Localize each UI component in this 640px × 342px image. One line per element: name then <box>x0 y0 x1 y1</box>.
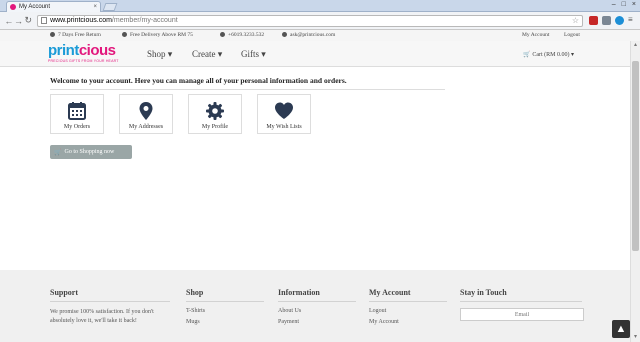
phone-text: +6019.3233.532 <box>228 32 265 38</box>
site-navigation: printcious PRECIOUS GIFTS FROM YOUR HEAR… <box>0 41 640 67</box>
footer-link-my-account[interactable]: My Account <box>369 319 447 325</box>
footer-shop-title: Shop <box>186 288 264 302</box>
cart-icon: 🛒 <box>523 52 531 58</box>
account-cards: My Orders My Addresses My Profile My Wis… <box>50 94 311 134</box>
footer-link-tshirts[interactable]: T-Shirts <box>186 308 264 314</box>
footer-link-about-us[interactable]: About Us <box>278 308 356 314</box>
browser-tab-bar: My Account × – □ × <box>0 0 640 12</box>
cart-link[interactable]: 🛒 Cart (RM 0.00) ▾ <box>523 51 574 58</box>
tab-close-icon[interactable]: × <box>93 4 97 10</box>
scroll-down-arrow-icon[interactable]: ▾ <box>632 334 639 341</box>
nav-create[interactable]: Create ▾ <box>192 49 222 60</box>
my-addresses-label: My Addresses <box>128 124 164 130</box>
url-path: /member/my-account <box>111 17 178 24</box>
footer-my-account: My Account Logout My Account <box>369 288 447 330</box>
free-return-info: 7 Days Free Return <box>50 32 101 38</box>
footer-stay-title: Stay in Touch <box>460 288 582 302</box>
site-footer: Support We promise 100% satisfaction. If… <box>0 270 640 342</box>
extension-area: ≡ <box>588 16 636 25</box>
footer-my-account-title: My Account <box>369 288 447 302</box>
heart-icon <box>275 102 293 119</box>
my-wish-lists-label: My Wish Lists <box>266 124 302 130</box>
nav-shop[interactable]: Shop ▾ <box>147 49 172 60</box>
free-delivery-info: Free Delivery Above RM 75 <box>122 32 193 38</box>
email-text[interactable]: ask@printcious.com <box>290 32 335 38</box>
page-icon <box>41 17 48 24</box>
url-host: www.printcious.com <box>50 17 112 24</box>
footer-support-title: Support <box>50 288 170 302</box>
my-orders-card[interactable]: My Orders <box>50 94 104 134</box>
my-addresses-card[interactable]: My Addresses <box>119 94 173 134</box>
my-profile-label: My Profile <box>201 124 229 130</box>
newsletter-email-input[interactable] <box>460 308 584 321</box>
map-pin-icon <box>139 102 153 120</box>
browser-tab[interactable]: My Account × <box>6 1 101 12</box>
browser-toolbar: ← → ↻ www.printcious.com /member/my-acco… <box>0 12 640 30</box>
top-my-account-link[interactable]: My Account <box>522 32 549 38</box>
cart-icon: 🛒 <box>54 149 62 156</box>
footer-link-payment[interactable]: Payment <box>278 319 356 325</box>
back-to-top-button[interactable]: ▲ <box>612 320 630 338</box>
go-shopping-label: Go to Shopping now <box>64 149 115 155</box>
nav-gifts[interactable]: Gifts ▾ <box>241 49 266 60</box>
welcome-heading: Welcome to your account. Here you can ma… <box>50 76 445 90</box>
logo-part-1: print <box>48 42 79 59</box>
tab-title: My Account <box>19 4 51 10</box>
go-shopping-button[interactable]: 🛒 Go to Shopping now <box>50 145 132 159</box>
footer-link-logout[interactable]: Logout <box>369 308 447 314</box>
footer-information-title: Information <box>278 288 356 302</box>
reload-icon[interactable]: ↻ <box>23 15 33 26</box>
scroll-up-arrow-icon[interactable]: ▴ <box>632 42 639 49</box>
phone-icon <box>220 32 225 37</box>
top-logout-link[interactable]: Logout <box>564 32 580 38</box>
free-delivery-text: Free Delivery Above RM 75 <box>130 32 193 38</box>
favicon-icon <box>10 4 16 10</box>
footer-stay-in-touch: Stay in Touch <box>460 288 584 321</box>
skype-icon[interactable] <box>614 16 624 25</box>
my-orders-label: My Orders <box>63 124 91 130</box>
my-profile-card[interactable]: My Profile <box>188 94 242 134</box>
close-window-button[interactable]: × <box>632 1 636 8</box>
address-bar[interactable]: www.printcious.com /member/my-account ☆ <box>37 14 583 27</box>
truck-icon <box>122 32 127 37</box>
logo-part-2: cious <box>78 42 116 59</box>
free-return-text: 7 Days Free Return <box>58 32 101 38</box>
forward-arrow-icon[interactable]: → <box>14 16 24 26</box>
window-controls: – □ × <box>612 1 636 8</box>
gear-icon <box>206 102 224 120</box>
footer-information: Information About Us Payment <box>278 288 356 330</box>
phone-info: +6019.3233.532 <box>220 32 264 38</box>
footer-support-text: We promise 100% satisfaction. If you don… <box>50 309 154 324</box>
extension-icon[interactable] <box>601 16 611 25</box>
footer-shop: Shop T-Shirts Mugs <box>186 288 264 330</box>
my-wish-lists-card[interactable]: My Wish Lists <box>257 94 311 134</box>
calendar-icon <box>68 102 86 120</box>
cart-label: Cart (RM 0.00) ▾ <box>532 52 574 58</box>
browser-menu-icon[interactable]: ≡ <box>628 16 636 25</box>
scrollbar-thumb[interactable] <box>632 61 639 251</box>
mail-icon <box>282 32 287 37</box>
site-info-bar: 7 Days Free Return Free Delivery Above R… <box>0 30 640 41</box>
site-logo[interactable]: printcious PRECIOUS GIFTS FROM YOUR HEAR… <box>48 42 119 63</box>
maximize-button[interactable]: □ <box>622 1 626 8</box>
new-tab-button[interactable] <box>102 3 118 11</box>
clock-icon <box>50 32 55 37</box>
logo-tagline: PRECIOUS GIFTS FROM YOUR HEART <box>48 59 119 63</box>
page-scrollbar[interactable]: ▴ ▾ <box>630 41 640 342</box>
footer-link-mugs[interactable]: Mugs <box>186 319 264 325</box>
back-arrow-icon[interactable]: ← <box>4 16 14 26</box>
footer-support: Support We promise 100% satisfaction. If… <box>50 288 175 325</box>
bookmark-star-icon[interactable]: ☆ <box>572 16 579 25</box>
email-info: ask@printcious.com <box>282 32 335 38</box>
minimize-button[interactable]: – <box>612 1 616 8</box>
extension-icon[interactable] <box>588 16 598 25</box>
